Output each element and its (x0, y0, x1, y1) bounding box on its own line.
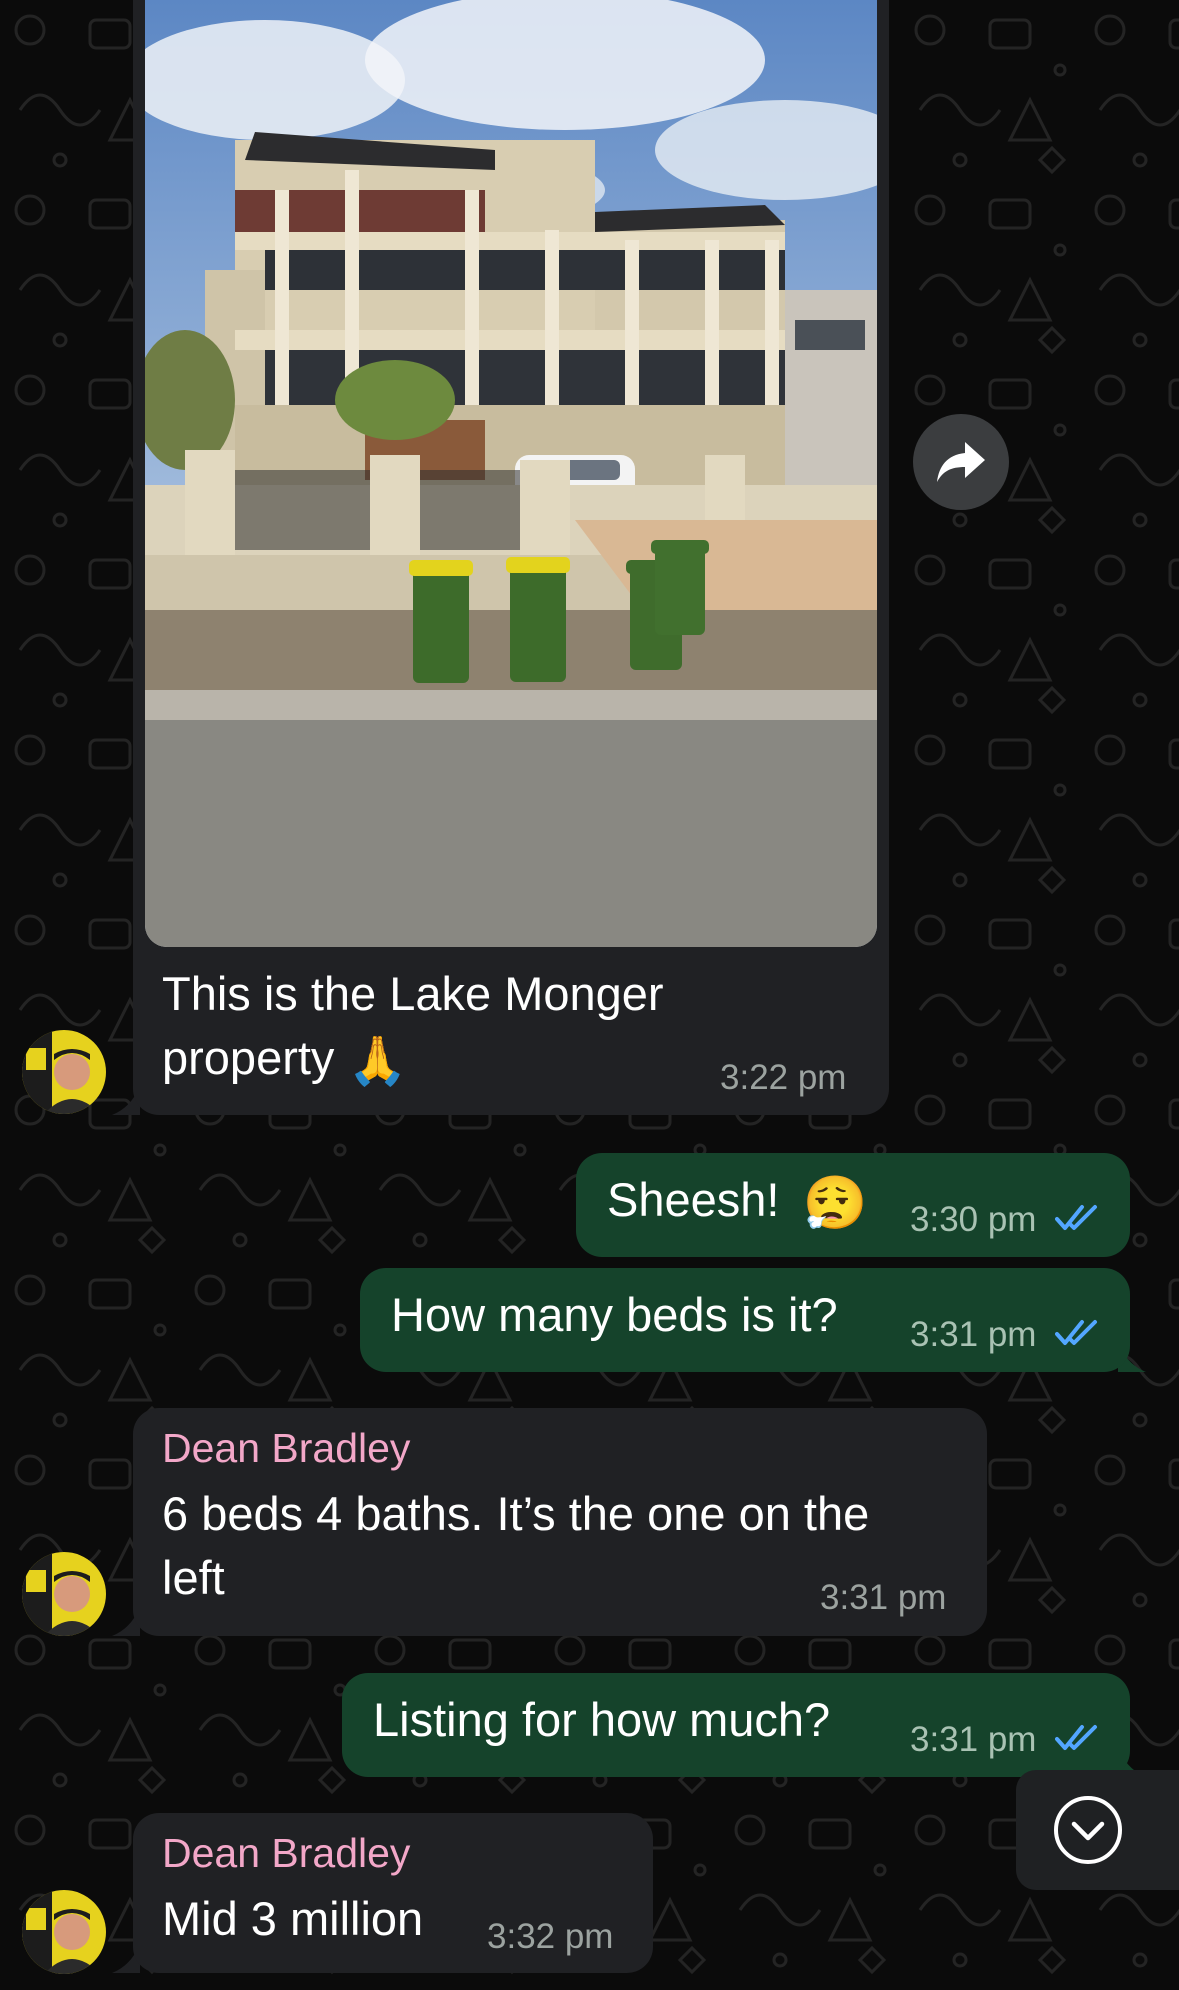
face-exhaling-emoji: 😮‍💨 (802, 1174, 868, 1233)
forward-arrow-icon (937, 442, 985, 482)
message-time: 3:31 pm (910, 1315, 1037, 1354)
scroll-to-bottom-button[interactable] (1016, 1770, 1179, 1890)
avatar[interactable] (22, 1890, 106, 1974)
property-photo[interactable] (145, 0, 877, 947)
message-time: 3:22 pm (720, 1058, 847, 1097)
double-check-icon (1055, 1205, 1097, 1230)
sender-name[interactable]: Dean Bradley (162, 1425, 410, 1472)
message-text: 6 beds 4 baths. It’s the one on the left (162, 1487, 870, 1604)
message-text: Mid 3 million (162, 1892, 424, 1945)
message-time: 3:31 pm (910, 1720, 1037, 1759)
message-text: Sheesh! 😮‍💨 (607, 1168, 867, 1236)
sender-name[interactable]: Dean Bradley (162, 1830, 410, 1877)
chevron-down-icon (1053, 1796, 1122, 1864)
avatar[interactable] (22, 1030, 106, 1114)
double-check-icon (1055, 1320, 1097, 1345)
avatar[interactable] (22, 1552, 106, 1636)
message-text: This is the Lake Monger property 🙏 (162, 962, 664, 1094)
message-time: 3:30 pm (910, 1200, 1037, 1239)
message-time: 3:31 pm (820, 1578, 947, 1617)
message-text: Listing for how much? (373, 1693, 831, 1746)
folded-hands-emoji: 🙏 (347, 1034, 408, 1088)
forward-button[interactable] (913, 414, 1009, 510)
message-text: How many beds is it? (391, 1288, 838, 1341)
double-check-icon (1055, 1725, 1097, 1750)
message-time: 3:32 pm (487, 1917, 614, 1956)
